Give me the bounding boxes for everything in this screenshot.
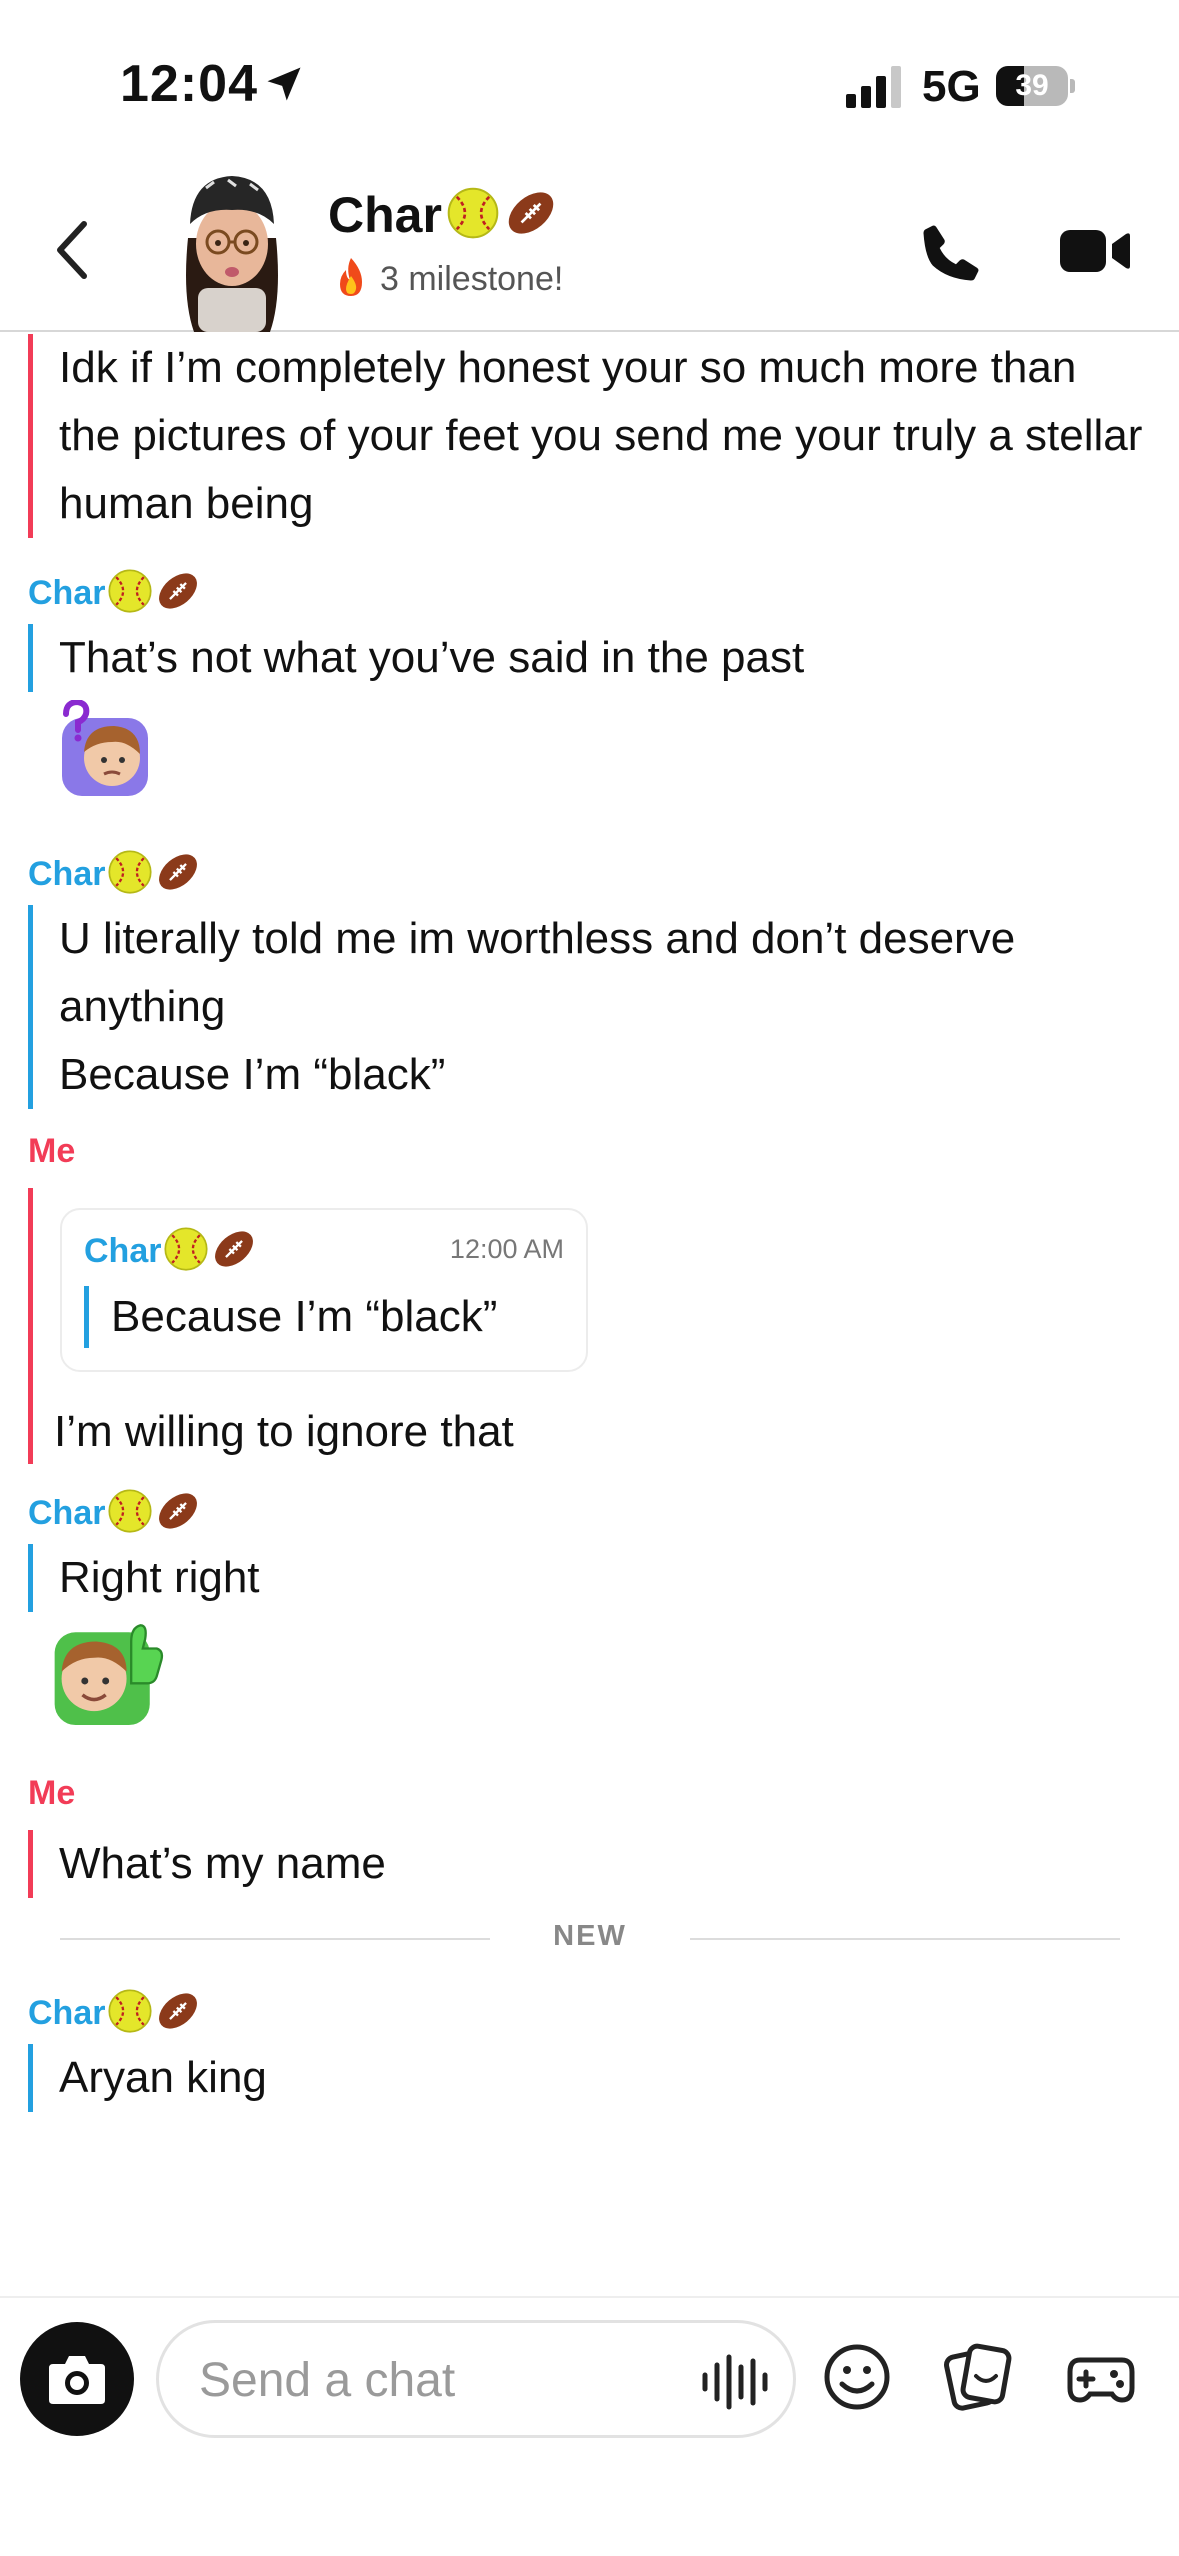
status-bar: 12:04 5G 39 bbox=[0, 0, 1179, 150]
video-call-icon[interactable] bbox=[1060, 226, 1130, 276]
message-bubble[interactable]: What’s my name bbox=[28, 1830, 1148, 1898]
streak-status: 3 milestone! bbox=[332, 256, 563, 299]
camera-button[interactable] bbox=[20, 2322, 134, 2436]
sender-label: Char bbox=[28, 1488, 201, 1534]
new-messages-divider: NEW bbox=[60, 1918, 1120, 1958]
voice-icon[interactable] bbox=[699, 2353, 769, 2411]
signal-icon bbox=[846, 66, 901, 108]
composer-bar bbox=[0, 2296, 1179, 2556]
football-icon bbox=[159, 854, 198, 890]
camera-icon bbox=[49, 2356, 105, 2404]
football-icon bbox=[508, 192, 554, 234]
contact-name: Char bbox=[328, 187, 442, 243]
chat-title[interactable]: Char bbox=[328, 186, 558, 244]
quoted-timestamp: 12:00 AM bbox=[449, 1234, 564, 1264]
message-bubble[interactable]: U literally told me im worthless and don… bbox=[28, 905, 1148, 1109]
back-chevron-icon[interactable] bbox=[50, 218, 94, 282]
sender-label: Char bbox=[28, 568, 201, 614]
quoted-sender-name: Char bbox=[84, 1232, 162, 1270]
quoted-text: Because I’m “black” bbox=[84, 1286, 497, 1348]
sender-label: Char bbox=[28, 1988, 201, 2034]
softball-icon bbox=[108, 1989, 153, 2033]
status-time: 12:04 bbox=[120, 55, 258, 113]
sender-label: Me bbox=[28, 1774, 76, 1812]
message-bubble[interactable]: That’s not what you’ve said in the past bbox=[28, 624, 1148, 692]
softball-icon bbox=[108, 569, 153, 613]
softball-icon bbox=[164, 1227, 209, 1271]
football-icon bbox=[159, 573, 198, 609]
message-bubble[interactable]: Right right bbox=[28, 1544, 1148, 1612]
thinking-bitmoji-sticker[interactable] bbox=[56, 700, 156, 800]
sender-name: Char bbox=[28, 1494, 106, 1532]
sticker-icon[interactable] bbox=[944, 2342, 1014, 2412]
phone-call-icon[interactable] bbox=[918, 220, 984, 286]
thumbs-up-bitmoji-sticker[interactable] bbox=[50, 1616, 166, 1732]
softball-icon bbox=[108, 850, 153, 894]
sender-name: Char bbox=[28, 855, 106, 893]
battery-icon: 39 bbox=[996, 66, 1075, 106]
football-icon bbox=[159, 1993, 198, 2029]
chat-input-container[interactable] bbox=[156, 2320, 796, 2438]
sender-name: Char bbox=[28, 1994, 106, 2032]
quoted-sender: Char bbox=[84, 1226, 257, 1272]
sender-label: Char bbox=[28, 849, 201, 895]
network-type: 5G bbox=[922, 62, 981, 111]
sender-label: Me bbox=[28, 1132, 76, 1170]
message-bubble[interactable]: I’m willing to ignore that bbox=[28, 1398, 1148, 1466]
avatar[interactable] bbox=[168, 168, 296, 332]
chat-input[interactable] bbox=[199, 2349, 639, 2411]
softball-icon bbox=[108, 1489, 153, 1533]
chat-header: Char 3 milestone! bbox=[0, 150, 1179, 332]
message-bubble[interactable]: Aryan king bbox=[28, 2044, 1148, 2112]
sender-name: Char bbox=[28, 574, 106, 612]
smiley-icon[interactable] bbox=[822, 2342, 892, 2412]
divider-label: NEW bbox=[553, 1920, 627, 1952]
gamepad-icon[interactable] bbox=[1066, 2342, 1136, 2412]
streak-text: 3 milestone! bbox=[380, 260, 564, 298]
battery-percent: 39 bbox=[1015, 69, 1049, 102]
quoted-message[interactable]: Char 12:00 AM Because I’m “black” bbox=[60, 1208, 588, 1372]
fire-icon bbox=[340, 258, 362, 296]
football-icon bbox=[159, 1493, 198, 1529]
softball-icon bbox=[447, 187, 499, 239]
message-bubble[interactable]: Idk if I’m completely honest your so muc… bbox=[28, 334, 1148, 538]
location-arrow-icon bbox=[267, 67, 301, 101]
football-icon bbox=[215, 1231, 254, 1267]
